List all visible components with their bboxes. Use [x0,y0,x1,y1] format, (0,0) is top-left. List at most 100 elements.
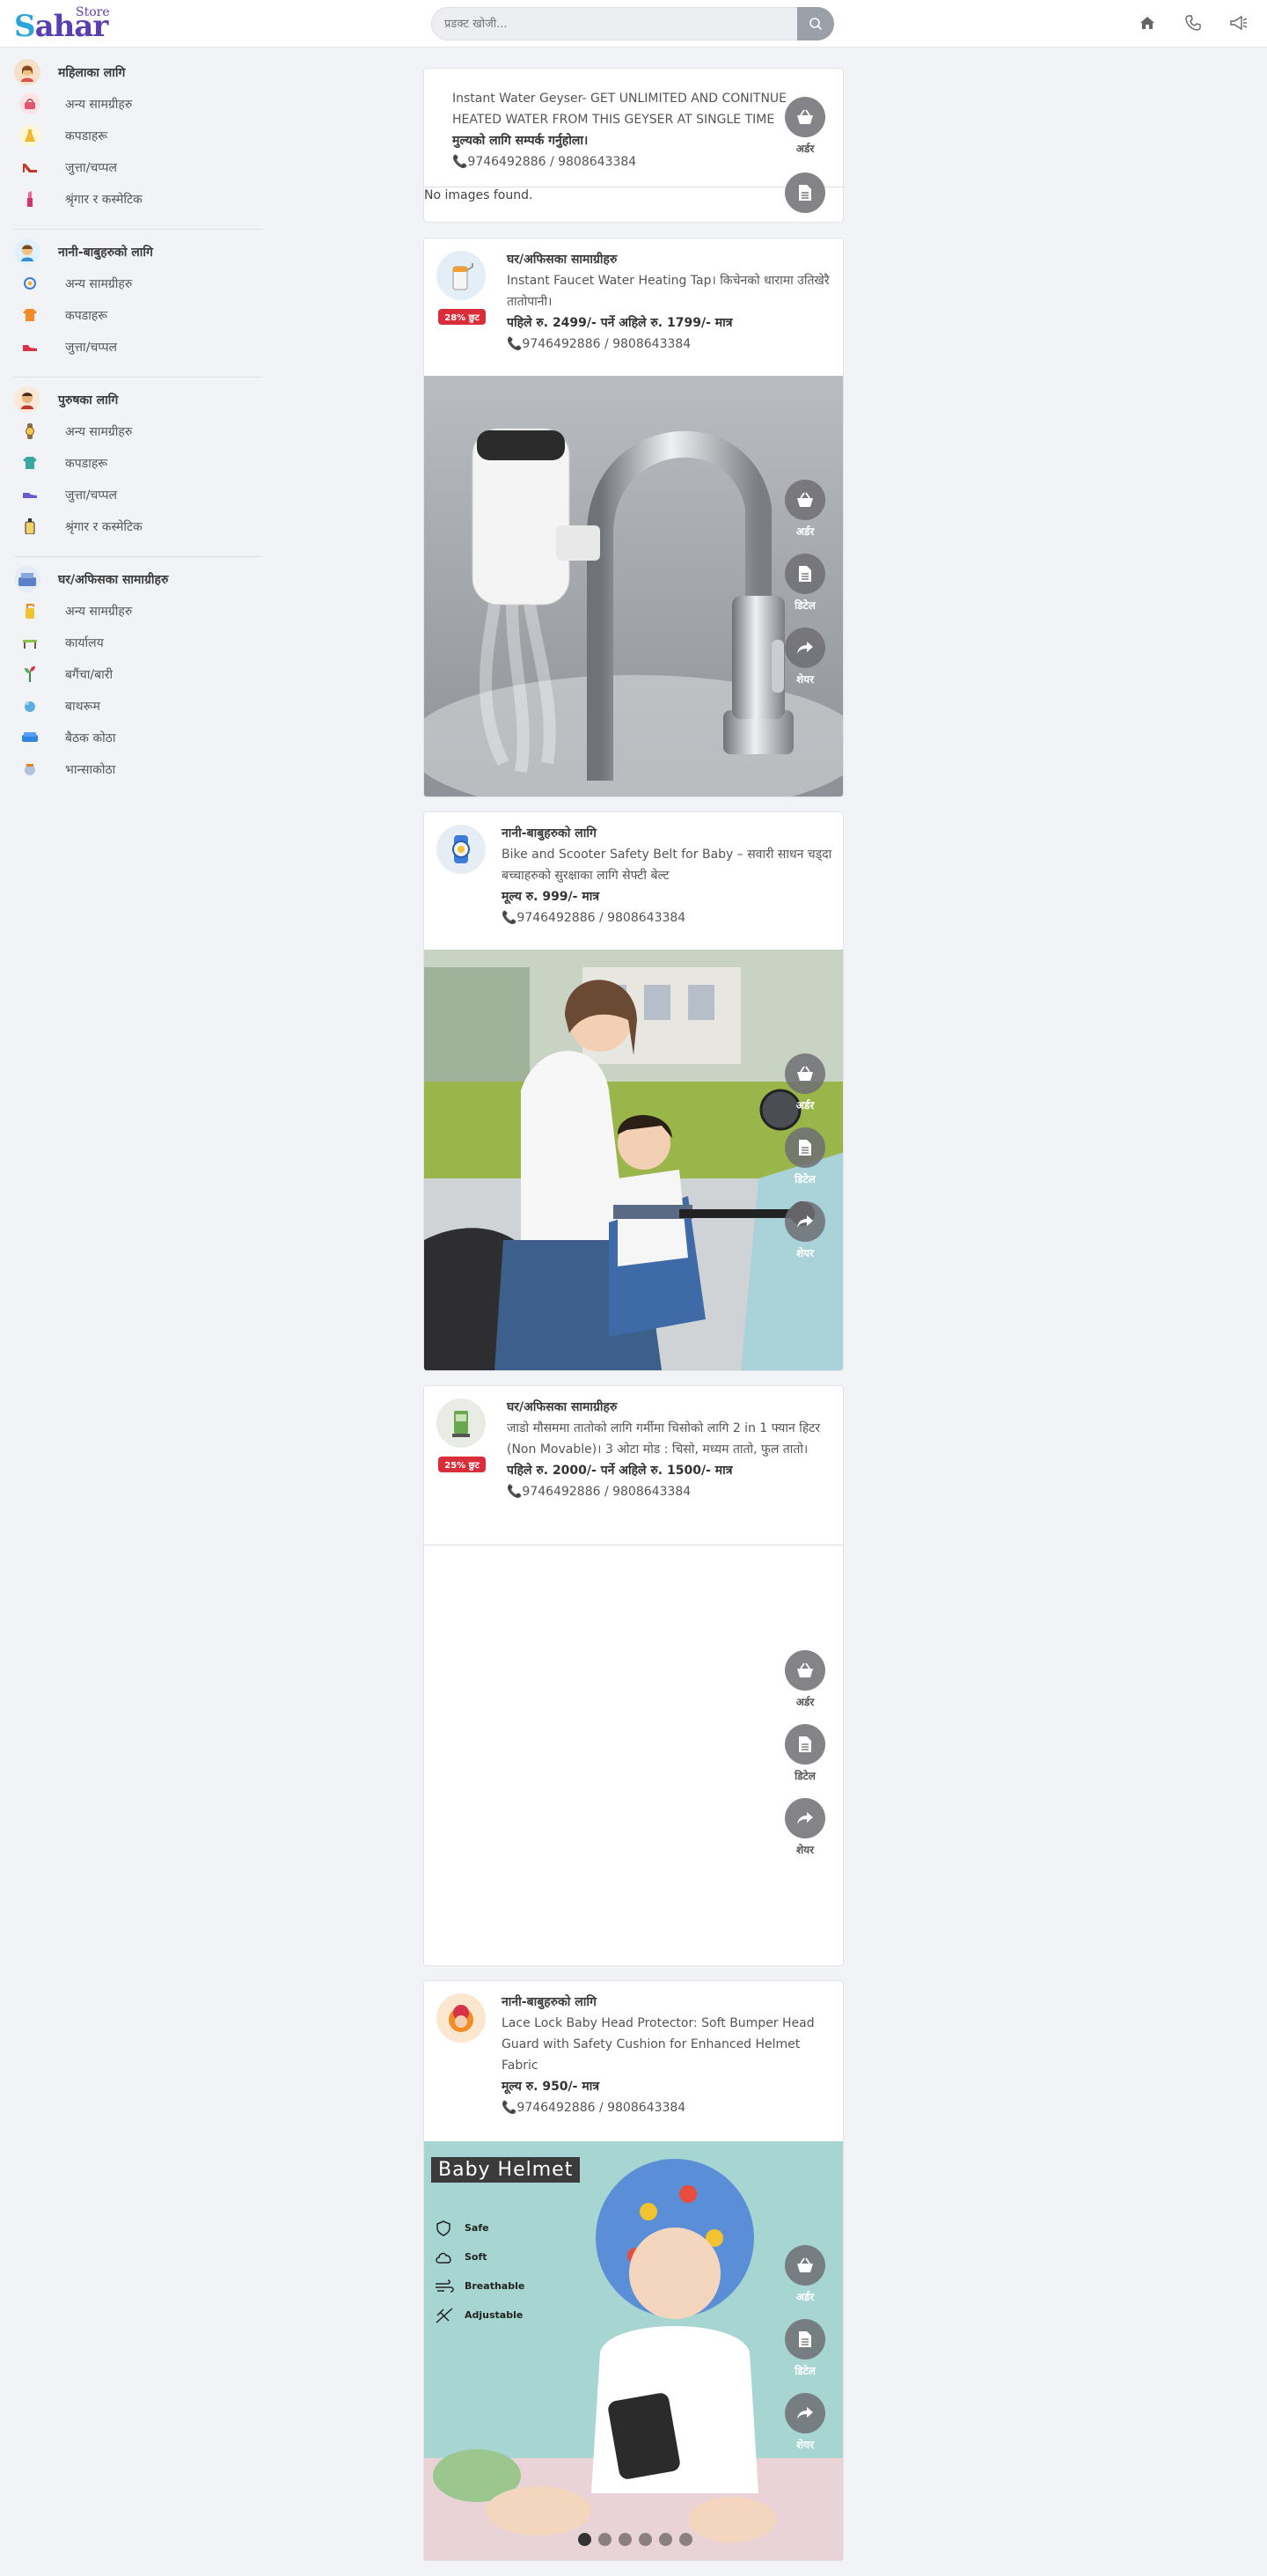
post-phone[interactable]: 📞9746492886 / 9808643384 [507,334,832,355]
sidebar-item-label: कपडाहरू [65,308,108,323]
product-thumbnail[interactable] [436,1993,486,2043]
post-price: पहिले रु. 2000/- पर्ने अहिले रु. 1500/- … [507,1464,733,1478]
post-price: पहिले रु. 2499/- पर्ने अहिले रु. 1799/- … [507,316,733,330]
sidebar-item-women-shoes[interactable]: जुत्ता/चप्पल [14,151,260,183]
product-image-safety-belt[interactable] [424,950,843,1370]
feature-item: Breathable [435,2271,558,2301]
megaphone-icon[interactable] [1225,9,1253,37]
sidebar-item-home-garden[interactable]: बगैंचा/बारी [14,658,260,690]
product-thumbnail[interactable] [436,1398,486,1448]
sidebar-group-women: महिलाका लागि अन्य सामग्रीहरु कपडाहरू जुत… [14,56,260,215]
sidebar-item-women-clothes[interactable]: कपडाहरू [14,120,260,151]
discount-badge: 25% छुट [438,1457,486,1472]
men-shoe-icon [19,484,40,505]
post-text: नानी-बाबुहरुको लागि Bike and Scooter Saf… [502,823,832,928]
no-images-text: No images found. [424,188,533,202]
feature-label: Adjustable [465,2309,524,2321]
detail-button[interactable] [785,1127,825,1168]
basket-icon [797,2257,813,2272]
carousel-dot[interactable] [679,2533,692,2546]
sidebar-heading-label: महिलाका लागि [58,65,126,80]
order-button[interactable] [785,1053,825,1094]
sidebar-item-home-other[interactable]: अन्य सामग्रीहरु [14,595,260,627]
order-label: अर्डर [795,2291,815,2303]
post-price: मूल्य रु. 999/- मात्र [502,890,600,904]
carousel-dot[interactable] [619,2533,632,2546]
sidebar-heading-men[interactable]: पुरुषका लागि [14,384,260,415]
product-image-faucet[interactable] [424,376,843,796]
order-button[interactable] [785,97,825,137]
detail-button[interactable] [785,172,825,213]
post-phone[interactable]: 📞9746492886 / 9808643384 [502,2097,832,2118]
post-category[interactable]: नानी-बाबुहरुको लागि [502,823,832,844]
discount-badge: 28% छुट [438,309,486,325]
sidebar-item-kids-shoes[interactable]: जुत्ता/चप्पल [14,331,260,363]
phone-icon[interactable] [1179,9,1207,37]
share-button[interactable] [785,627,825,668]
sidebar-item-women-other[interactable]: अन्य सामग्रीहरु [14,88,260,120]
carousel-dot[interactable] [598,2533,612,2546]
order-label: अर्डर [795,1696,815,1708]
sidebar-item-kids-other[interactable]: अन्य सामग्रीहरु [14,268,260,299]
detail-label: डिटेल [795,2365,816,2377]
order-button[interactable] [785,480,825,520]
sidebar-item-men-clothes[interactable]: कपडाहरू [14,447,260,479]
post-category[interactable]: घर/अफिसका सामाग्रीहरु [507,249,832,270]
order-button[interactable] [785,1650,825,1691]
search-button[interactable] [797,7,834,40]
woman-avatar-icon [14,59,40,85]
carousel-indicators [578,2533,692,2546]
sidebar-item-home-bathroom[interactable]: बाथरूम [14,690,260,722]
sidebar-item-label: बगैंचा/बारी [65,667,114,682]
search-input[interactable] [444,8,787,40]
sidebar-item-women-cosmetics[interactable]: श्रृंगार र कस्मेटिक [14,183,260,215]
detail-button[interactable] [785,2319,825,2359]
share-button[interactable] [785,1798,825,1838]
sidebar-item-men-other[interactable]: अन्य सामग्रीहरु [14,415,260,447]
detail-label: डिटेल [795,599,816,612]
sidebar-item-label: कार्यालय [65,635,104,650]
order-button[interactable] [785,2245,825,2286]
sidebar-item-label: बैठक कोठा [65,730,116,745]
sidebar-heading-women[interactable]: महिलाका लागि [14,56,260,88]
store-logo[interactable]: Sahar Store [14,5,120,44]
carousel-dot[interactable] [639,2533,652,2546]
carousel-dot[interactable] [659,2533,672,2546]
post-category[interactable]: घर/अफिसका सामाग्रीहरु [507,1397,832,1418]
shield-icon [436,2220,450,2236]
post-price: मूल्य रु. 950/- मात्र [502,2080,600,2094]
share-label: शेयर [795,1247,815,1259]
post-description: जाडो मौसममा तातोको लागि गर्मीमा चिसोको ल… [507,1421,821,1457]
kitchen-icon [19,759,40,780]
sidebar-item-men-shoes[interactable]: जुत्ता/चप्पल [14,479,260,510]
home-icon[interactable] [1133,9,1161,37]
feature-list: Safe Soft Breathable Adjustable [435,2213,558,2330]
detail-button[interactable] [785,554,825,594]
detail-button[interactable] [785,1724,825,1765]
sidebar-heading-label: नानी-बाबुहरुको लागि [58,245,153,260]
kids-shirt-icon [19,305,40,326]
sidebar-item-kids-clothes[interactable]: कपडाहरू [14,299,260,331]
sidebar-item-home-livingroom[interactable]: बैठक कोठा [14,722,260,753]
post-phone[interactable]: 📞9746492886 / 9808643384 [502,907,832,928]
order-label: अर्डर [795,525,815,538]
product-thumbnail[interactable] [436,825,486,874]
sidebar-heading-kids[interactable]: नानी-बाबुहरुको लागि [14,236,260,268]
detail-label: डिटेल [795,1173,816,1185]
post-phone[interactable]: 📞9746492886 / 9808643384 [452,151,831,172]
carousel-dot[interactable] [578,2533,591,2546]
sidebar-item-home-office[interactable]: कार्यालय [14,627,260,658]
product-image-empty[interactable] [424,1545,843,1965]
detail-label: डिटेल [795,1770,816,1782]
product-thumbnail[interactable] [436,251,486,300]
sidebar-item-men-cosmetics[interactable]: श्रृंगार र कस्मेटिक [14,510,260,542]
post-category[interactable]: नानी-बाबुहरुको लागि [502,1992,832,2013]
sidebar-item-home-kitchen[interactable]: भान्साकोठा [14,753,260,785]
product-image-baby-helmet[interactable]: Baby Helmet Safe Soft Breathable Adjusta… [424,2141,843,2560]
sidebar-heading-home-office[interactable]: घर/अफिसका सामाग्रीहरु [14,563,260,595]
share-button[interactable] [785,2393,825,2433]
share-button[interactable] [785,1201,825,1242]
order-label: अर्डर [795,143,815,155]
post-phone[interactable]: 📞9746492886 / 9808643384 [507,1481,832,1502]
post-description: Lace Lock Baby Head Protector: Soft Bump… [502,2016,815,2073]
